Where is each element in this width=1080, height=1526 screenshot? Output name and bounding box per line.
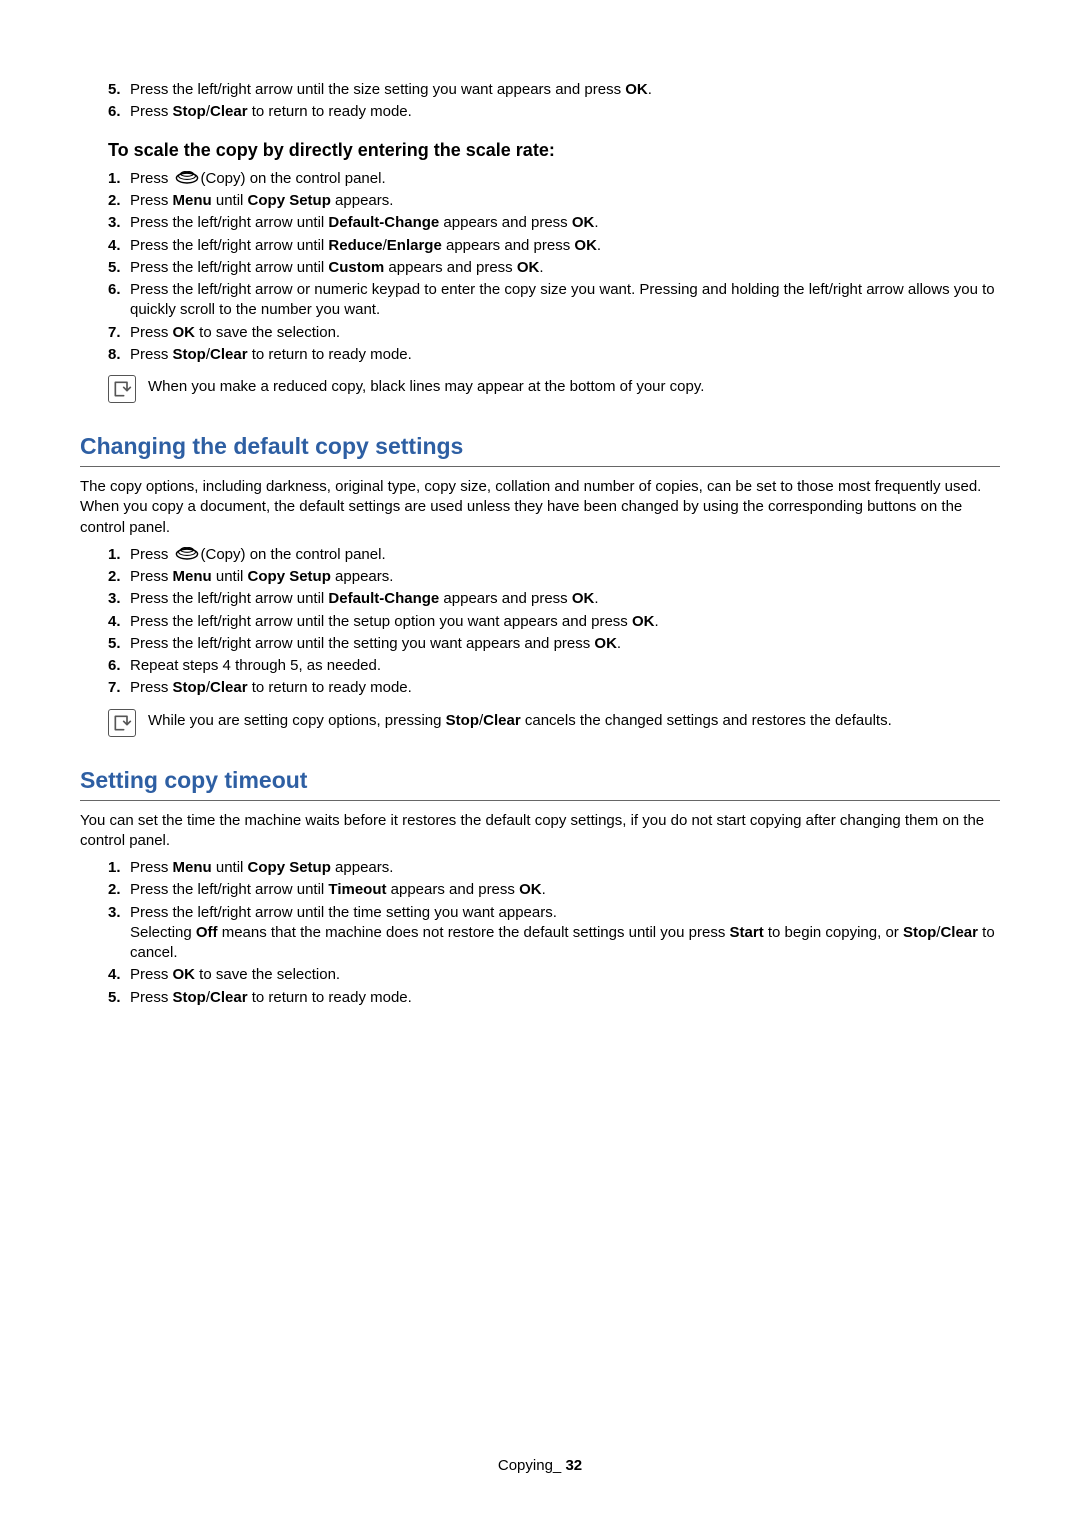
list-marker: 2.: [108, 191, 128, 211]
list-marker: 6.: [108, 102, 128, 122]
list-scale-steps: 1.Press (Copy) on the control panel.2.Pr…: [80, 168, 1000, 366]
list-marker: 7.: [108, 323, 128, 343]
list-item: 4.Press the left/right arrow until the s…: [108, 611, 1000, 633]
section-title-changing-defaults: Changing the default copy settings: [80, 431, 1000, 464]
list-marker: 7.: [108, 678, 128, 698]
list-item: 5.Press the left/right arrow until Custo…: [108, 257, 1000, 279]
footer-page: 32: [565, 1457, 582, 1474]
list-item-text: Repeat steps 4 through 5, as needed.: [130, 657, 381, 674]
list-item: 4.Press OK to save the selection.: [108, 964, 1000, 986]
list-section-b: 1.Press Menu until Copy Setup appears.2.…: [80, 857, 1000, 1009]
note-icon: [108, 375, 136, 403]
list-item-text: Press Stop/Clear to return to ready mode…: [130, 679, 412, 696]
footer-sep: _: [553, 1457, 566, 1474]
list-marker: 1.: [108, 169, 128, 189]
list-marker: 8.: [108, 345, 128, 365]
list-item-text: Press OK to save the selection.: [130, 966, 340, 983]
list-marker: 2.: [108, 567, 128, 587]
list-item: 3.Press the left/right arrow until Defau…: [108, 588, 1000, 610]
list-marker: 4.: [108, 236, 128, 256]
list-item: 6.Press the left/right arrow or numeric …: [108, 279, 1000, 322]
list-marker: 6.: [108, 656, 128, 676]
list-item: 5.Press Stop/Clear to return to ready mo…: [108, 987, 1000, 1009]
list-item: 2.Press the left/right arrow until Timeo…: [108, 879, 1000, 901]
list-marker: 4.: [108, 612, 128, 632]
note-reduced-copy: When you make a reduced copy, black line…: [108, 374, 1000, 403]
list-item-text: Press Stop/Clear to return to ready mode…: [130, 346, 412, 363]
list-item: 7.Press Stop/Clear to return to ready mo…: [108, 677, 1000, 699]
subheading-scale: To scale the copy by directly entering t…: [108, 138, 1000, 162]
list-item-text: Press the left/right arrow until the tim…: [130, 904, 995, 962]
note-text: While you are setting copy options, pres…: [148, 708, 892, 731]
list-item-text: Press the left/right arrow until Custom …: [130, 259, 544, 276]
note-section-a: While you are setting copy options, pres…: [108, 708, 1000, 737]
list-item: 5.Press the left/right arrow until the s…: [108, 79, 1000, 101]
list-item-text: Press the left/right arrow until the set…: [130, 613, 659, 630]
list-item-text: Press (Copy) on the control panel.: [130, 546, 386, 563]
list-item: 1.Press (Copy) on the control panel.: [108, 168, 1000, 190]
list-item: 2.Press Menu until Copy Setup appears.: [108, 190, 1000, 212]
list-item-text: Press the left/right arrow until Timeout…: [130, 881, 546, 898]
footer-label: Copying: [498, 1457, 553, 1474]
list-item: 5.Press the left/right arrow until the s…: [108, 633, 1000, 655]
list-item: 7.Press OK to save the selection.: [108, 322, 1000, 344]
list-item: 3.Press the left/right arrow until the t…: [108, 902, 1000, 965]
section-rule: [80, 466, 1000, 467]
list-item-text: Press Menu until Copy Setup appears.: [130, 192, 393, 209]
list-marker: 3.: [108, 903, 128, 923]
section-title-timeout: Setting copy timeout: [80, 765, 1000, 798]
list-item-text: Press the left/right arrow until Default…: [130, 214, 599, 231]
list-marker: 1.: [108, 858, 128, 878]
list-marker: 5.: [108, 258, 128, 278]
list-continued: 5.Press the left/right arrow until the s…: [80, 79, 1000, 124]
list-marker: 5.: [108, 80, 128, 100]
list-marker: 5.: [108, 634, 128, 654]
list-item-text: Press Menu until Copy Setup appears.: [130, 859, 393, 876]
note-icon: [108, 709, 136, 737]
list-item-text: Press Menu until Copy Setup appears.: [130, 568, 393, 585]
list-marker: 2.: [108, 880, 128, 900]
list-marker: 3.: [108, 589, 128, 609]
list-item-text: Press the left/right arrow until the set…: [130, 635, 621, 652]
list-item-text: Press the left/right arrow until Default…: [130, 590, 599, 607]
section-a-intro: The copy options, including darkness, or…: [80, 477, 1000, 538]
section-b-intro: You can set the time the machine waits b…: [80, 811, 1000, 852]
list-item: 6.Press Stop/Clear to return to ready mo…: [108, 101, 1000, 123]
list-marker: 1.: [108, 545, 128, 565]
list-item-text: Press the left/right arrow or numeric ke…: [130, 281, 995, 318]
list-item: 8.Press Stop/Clear to return to ready mo…: [108, 344, 1000, 366]
page-footer: Copying_ 32: [0, 1456, 1080, 1476]
list-item: 6.Repeat steps 4 through 5, as needed.: [108, 655, 1000, 677]
note-text: When you make a reduced copy, black line…: [148, 374, 704, 397]
list-marker: 6.: [108, 280, 128, 300]
list-item-text: Press the left/right arrow until Reduce/…: [130, 237, 601, 254]
list-item: 1.Press Menu until Copy Setup appears.: [108, 857, 1000, 879]
list-item-text: Press Stop/Clear to return to ready mode…: [130, 989, 412, 1006]
list-item: 4.Press the left/right arrow until Reduc…: [108, 235, 1000, 257]
list-section-a: 1.Press (Copy) on the control panel.2.Pr…: [80, 544, 1000, 700]
list-item-text: Press OK to save the selection.: [130, 324, 340, 341]
list-item-text: Press Stop/Clear to return to ready mode…: [130, 103, 412, 120]
section-rule: [80, 800, 1000, 801]
list-marker: 4.: [108, 965, 128, 985]
list-item: 2.Press Menu until Copy Setup appears.: [108, 566, 1000, 588]
list-item-text: Press (Copy) on the control panel.: [130, 170, 386, 187]
list-item-text: Press the left/right arrow until the siz…: [130, 81, 652, 98]
list-item: 3.Press the left/right arrow until Defau…: [108, 212, 1000, 234]
list-marker: 5.: [108, 988, 128, 1008]
list-item: 1.Press (Copy) on the control panel.: [108, 544, 1000, 566]
list-marker: 3.: [108, 213, 128, 233]
